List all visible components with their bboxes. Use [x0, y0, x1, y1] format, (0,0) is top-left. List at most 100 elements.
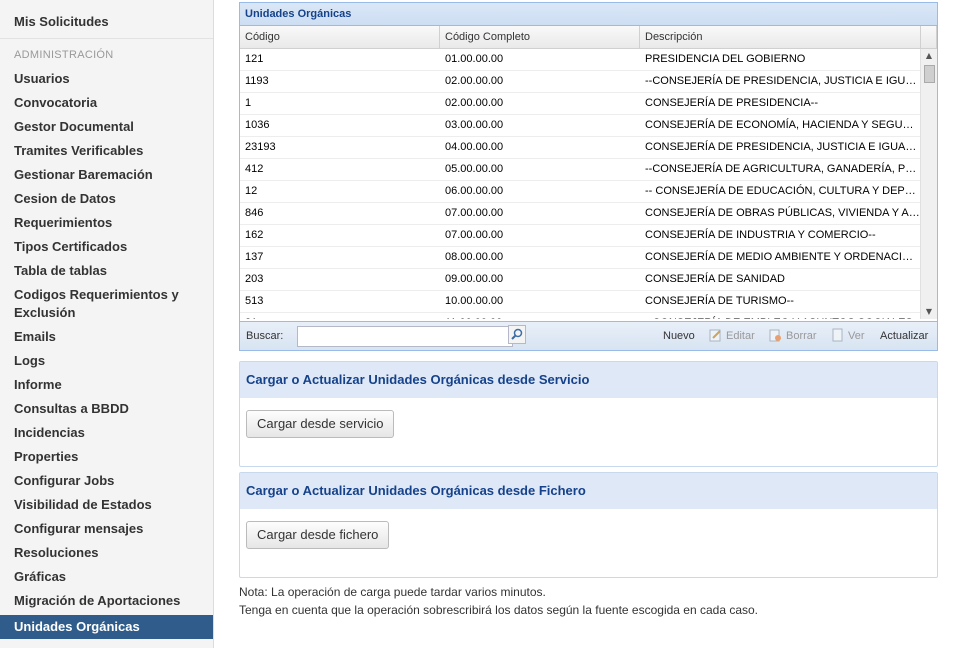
cell-descripcion: CONSEJERÍA DE SANIDAD	[645, 273, 785, 285]
cell-codigo-completo: 01.00.00.00	[445, 53, 504, 65]
cell-descripcion: CONSEJERÍA DE PRESIDENCIA, JUSTICIA E IG…	[645, 141, 921, 153]
sidebar-item[interactable]: Resoluciones	[0, 541, 213, 565]
table-row[interactable]: 846 07.00.00.00 CONSEJERÍA DE OBRAS PÚBLIC…	[240, 203, 937, 225]
cell-codigo-completo: 08.00.00.00	[445, 251, 504, 263]
grid-title: Unidades Orgánicas	[240, 3, 937, 26]
sidebar-menu: Usuarios Convocatoria Gestor Documental Tra…	[0, 67, 213, 639]
table-row[interactable]: 137 08.00.00.00 CONSEJERÍA DE MEDIO AMBIEN…	[240, 247, 937, 269]
sidebar-item[interactable]: Tabla de tablas	[0, 259, 213, 283]
table-row[interactable]: 203 09.00.00.00 CONSEJERÍA DE SANIDAD	[240, 269, 937, 291]
scroll-up-arrow-icon[interactable]: ▲	[921, 49, 937, 63]
table-row[interactable]: 1 02.00.00.00 CONSEJERÍA DE PRESIDENCIA--	[240, 93, 937, 115]
cell-descripcion: CONSEJERÍA DE PRESIDENCIA--	[645, 97, 818, 109]
grid-rows: 121 01.00.00.00 PRESIDENCIA DEL GOBIERNO 11…	[240, 49, 937, 319]
cell-codigo: 121	[245, 53, 264, 65]
table-row[interactable]: 8111.00.00.00--CONSEJERÍA DE EMPLEO Y AS…	[240, 313, 937, 319]
sidebar: Mis Solicitudes ADMINISTRACIÓN Usuarios C…	[0, 0, 214, 648]
cell-codigo-completo: 10.00.00.00	[445, 295, 504, 307]
sidebar-item[interactable]: Consultas a BBDD	[0, 397, 213, 421]
cell-codigo: 81	[240, 313, 440, 319]
cell-codigo-completo: 05.00.00.00	[445, 163, 504, 175]
vertical-scrollbar[interactable]: ▲ ▼	[920, 49, 937, 319]
cell-codigo: 12	[245, 185, 258, 197]
actualizar-button[interactable]: Actualizar	[880, 330, 928, 342]
editar-button[interactable]: Editar	[726, 330, 755, 342]
document-icon	[831, 328, 844, 342]
cell-descripcion: CONSEJERÍA DE OBRAS PÚBLICAS, VIVIENDA Y…	[645, 207, 921, 219]
cell-codigo-completo: 06.00.00.00	[445, 185, 504, 197]
cell-codigo: 412	[245, 163, 264, 175]
cell-descripcion: CONSEJERÍA DE TURISMO--	[645, 295, 794, 307]
column-header-codigo[interactable]: Código	[240, 26, 440, 48]
table-row[interactable]: 513 10.00.00.00 CONSEJERÍA DE TURISMO--	[240, 291, 937, 313]
sidebar-item[interactable]: Properties	[0, 445, 213, 469]
cell-codigo-completo: 09.00.00.00	[445, 273, 504, 285]
sidebar-item[interactable]: Cesion de Datos	[0, 187, 213, 211]
sidebar-item[interactable]: Gestionar Baremación	[0, 163, 213, 187]
search-icon[interactable]	[508, 325, 526, 344]
sidebar-item[interactable]: Configurar Jobs	[0, 469, 213, 493]
table-row[interactable]: 23193 04.00.00.00 CONSEJERÍA DE PRESIDENCI…	[240, 137, 937, 159]
cell-descripcion: CONSEJERÍA DE ECONOMÍA, HACIENDA Y SEGUR…	[645, 119, 921, 131]
sidebar-item[interactable]: Migración de Aportaciones	[0, 589, 213, 613]
sidebar-item[interactable]: Convocatoria	[0, 91, 213, 115]
sidebar-item[interactable]: Logs	[0, 349, 213, 373]
sidebar-item[interactable]: Configurar mensajes	[0, 517, 213, 541]
sidebar-item[interactable]: Visibilidad de Estados	[0, 493, 213, 517]
table-row[interactable]: 1193 02.00.00.00 --CONSEJERÍA DE PRESIDENC…	[240, 71, 937, 93]
scroll-thumb[interactable]	[924, 65, 935, 83]
sidebar-item[interactable]: Incidencias	[0, 421, 213, 445]
sidebar-item[interactable]: Usuarios	[0, 67, 213, 91]
cell-codigo: 23193	[245, 141, 276, 153]
cell-descripcion: PRESIDENCIA DEL GOBIERNO	[645, 53, 806, 65]
cell-codigo: 1036	[245, 119, 270, 131]
cargar-fichero-button[interactable]: Cargar desde fichero	[246, 521, 390, 549]
note-line-2: Tenga en cuenta que la operación sobresc…	[239, 603, 759, 617]
column-header-descripcion[interactable]: Descripción	[640, 26, 921, 48]
grid-body: 121 01.00.00.00 PRESIDENCIA DEL GOBIERNO 11…	[240, 49, 937, 319]
sidebar-item[interactable]: Codigos Requerimientos y Exclusión	[0, 283, 213, 325]
cell-codigo-completo: 02.00.00.00	[445, 75, 504, 87]
grid-toolbar: Buscar: Nuevo Editar Borrar Ver Actualiz…	[240, 321, 937, 350]
cell-codigo-completo: 02.00.00.00	[445, 97, 504, 109]
panel-fichero-title: Cargar o Actualizar Unidades Orgánicas d…	[240, 473, 937, 509]
cargar-servicio-button[interactable]: Cargar desde servicio	[246, 410, 395, 438]
cell-descripcion: --CONSEJERÍA DE EMPLEO Y ASUNTOS SOCIALE…	[640, 313, 921, 319]
search-input[interactable]	[297, 326, 513, 347]
cell-descripcion: --CONSEJERÍA DE PRESIDENCIA, JUSTICIA E …	[645, 75, 921, 87]
sidebar-item[interactable]: Tramites Verificables	[0, 139, 213, 163]
unidades-grid: Unidades Orgánicas Código Código Complet…	[239, 2, 938, 351]
sidebar-item[interactable]: Informe	[0, 373, 213, 397]
cell-descripcion: -- CONSEJERÍA DE EDUCACIÓN, CULTURA Y DE…	[645, 185, 921, 197]
table-row[interactable]: 1036 03.00.00.00 CONSEJERÍA DE ECONOMÍA, H…	[240, 115, 937, 137]
cell-codigo: 1	[245, 97, 252, 109]
scroll-down-arrow-icon[interactable]: ▼	[921, 305, 937, 319]
nuevo-button[interactable]: Nuevo	[663, 330, 695, 342]
ver-button[interactable]: Ver	[848, 330, 865, 342]
sidebar-item[interactable]: Gráficas	[0, 565, 213, 589]
table-row[interactable]: 12 06.00.00.00 -- CONSEJERÍA DE EDUCACIÓN,…	[240, 181, 937, 203]
cell-codigo: 162	[245, 229, 264, 241]
sidebar-item-mis-solicitudes[interactable]: Mis Solicitudes	[14, 14, 109, 29]
cell-codigo-completo: 04.00.00.00	[445, 141, 504, 153]
cell-codigo-completo: 03.00.00.00	[445, 119, 504, 131]
header-corner	[921, 26, 937, 48]
sidebar-item[interactable]: Gestor Documental	[0, 115, 213, 139]
sidebar-divider	[0, 38, 213, 39]
cell-codigo-completo: 07.00.00.00	[445, 207, 504, 219]
sidebar-item[interactable]: Requerimientos	[0, 211, 213, 235]
column-header-codigo-completo[interactable]: Código Completo	[440, 26, 640, 48]
sidebar-item[interactable]: Emails	[0, 325, 213, 349]
sidebar-item[interactable]: Unidades Orgánicas	[0, 615, 213, 639]
grid-header: Código Código Completo Descripción	[240, 26, 937, 49]
table-row[interactable]: 121 01.00.00.00 PRESIDENCIA DEL GOBIERNO	[240, 49, 937, 71]
sidebar-item[interactable]: Tipos Certificados	[0, 235, 213, 259]
sidebar-section-title: ADMINISTRACIÓN	[14, 49, 114, 61]
table-row[interactable]: 162 07.00.00.00 CONSEJERÍA DE INDUSTRIA Y …	[240, 225, 937, 247]
cell-codigo-completo: 07.00.00.00	[445, 229, 504, 241]
borrar-button[interactable]: Borrar	[786, 330, 817, 342]
table-row[interactable]: 412 05.00.00.00 --CONSEJERÍA DE AGRICULTUR…	[240, 159, 937, 181]
cell-codigo: 1193	[245, 75, 269, 87]
cell-codigo: 513	[245, 295, 264, 307]
cell-codigo: 137	[245, 251, 264, 263]
